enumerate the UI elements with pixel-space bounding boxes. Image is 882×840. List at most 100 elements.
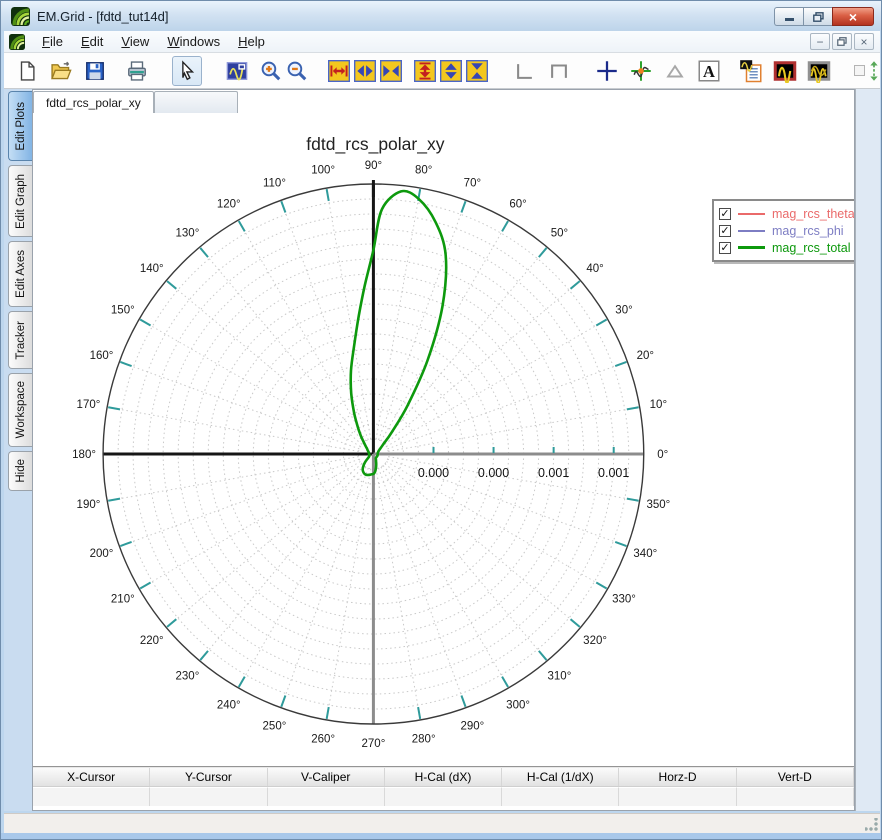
open-file-icon [50, 60, 72, 82]
angle-label: 180° [72, 449, 96, 461]
zoom-out-button[interactable] [284, 58, 310, 84]
angle-label: 50° [551, 228, 568, 240]
tab-fdtd-rcs-polar-xy[interactable]: fdtd_rcs_polar_xy [33, 91, 154, 113]
mdi-restore-button[interactable] [832, 33, 852, 50]
sidebar-tab-edit-plots[interactable]: Edit Plots [8, 91, 32, 161]
toolbar: A [4, 53, 880, 89]
menu-item-edit[interactable]: Edit [72, 32, 112, 51]
right-margin-strip [855, 89, 880, 811]
app-logo-icon [11, 7, 30, 26]
tracker-button[interactable] [628, 58, 654, 84]
readout-value [268, 787, 385, 806]
legend-row-mag_rcs_phi[interactable]: ✓mag_rcs_phi [719, 222, 854, 239]
angle-label: 280° [412, 734, 436, 746]
single-plot-button[interactable] [772, 58, 798, 84]
v-arrows-out-button[interactable] [438, 58, 464, 84]
readout-value [619, 787, 736, 806]
sidebar-tab-label: Edit Plots [15, 102, 27, 151]
report-button[interactable] [738, 58, 764, 84]
sidebar-tab-workspace[interactable]: Workspace [8, 373, 32, 447]
multi-plot-icon [807, 59, 831, 83]
save-button[interactable] [82, 58, 108, 84]
readout-col-y-cursor: Y-Cursor [150, 768, 267, 786]
window-bottom-border [1, 833, 882, 840]
save-icon [84, 60, 106, 82]
mdi-close-button[interactable]: × [854, 33, 874, 50]
readout-col-h-cal-1-dx-: H-Cal (1/dX) [502, 768, 619, 786]
menu-item-file[interactable]: File [33, 32, 72, 51]
zoom-in-button[interactable] [258, 58, 284, 84]
h-arrows-in-button[interactable] [378, 58, 404, 84]
menu-item-windows[interactable]: Windows [158, 32, 229, 51]
axes-box-button[interactable] [546, 58, 572, 84]
inactive-tab[interactable] [154, 91, 238, 113]
sidebar-tab-label: Workspace [15, 381, 27, 438]
restore-icon [813, 12, 824, 22]
zoom-window-button[interactable] [224, 58, 250, 84]
title-bar: EM.Grid - [fdtd_tut14d] × [1, 1, 882, 31]
close-button[interactable]: × [832, 7, 874, 26]
polar-plot-panel[interactable]: 0°10°20°30°40°50°60°70°80°90°100°110°120… [33, 113, 854, 766]
h-expand-icon [328, 60, 350, 82]
readout-value [33, 787, 150, 806]
radial-tick-label: 0.000 [418, 466, 449, 480]
text-annotation-button[interactable]: A [696, 58, 722, 84]
crosshair-button[interactable] [594, 58, 620, 84]
v-expand-button[interactable] [412, 58, 438, 84]
legend-box[interactable]: ✓mag_rcs_theta✓mag_rcs_phi✓mag_rcs_total [712, 199, 854, 262]
angle-label: 110° [263, 177, 286, 189]
angle-label: 150° [111, 305, 135, 317]
legend-row-mag_rcs_theta[interactable]: ✓mag_rcs_theta [719, 205, 854, 222]
radial-tick-label: 0.001 [598, 466, 629, 480]
angle-label: 130° [176, 228, 200, 240]
sidebar-tab-edit-axes[interactable]: Edit Axes [8, 241, 32, 307]
multi-plot-button[interactable] [806, 58, 832, 84]
angle-label: 310° [548, 670, 572, 682]
h-expand-button[interactable] [326, 58, 352, 84]
legend-line-sample [738, 230, 765, 232]
print-button[interactable] [124, 58, 150, 84]
mdi-minimize-icon: − [816, 35, 823, 49]
angle-label: 30° [615, 305, 632, 317]
plot-box-icon [854, 65, 865, 76]
sidebar-tab-tracker[interactable]: Tracker [8, 311, 32, 369]
pointer-tool-button[interactable] [172, 56, 202, 86]
angle-label: 290° [460, 721, 484, 733]
sidebar-tab-edit-graph[interactable]: Edit Graph [8, 165, 32, 237]
sidebar-tab-label: Edit Axes [15, 250, 27, 298]
angle-label: 100° [311, 164, 335, 176]
legend-checkbox[interactable]: ✓ [719, 242, 731, 254]
sidebar-tab-hide[interactable]: Hide [8, 451, 32, 491]
v-sync-arrow-icon [866, 60, 880, 82]
open-file-button[interactable] [48, 58, 74, 84]
minimize-button[interactable] [774, 7, 803, 26]
pointer-icon [176, 60, 198, 82]
menu-item-help[interactable]: Help [229, 32, 274, 51]
v-arrows-in-icon [466, 60, 488, 82]
restore-button[interactable] [803, 7, 832, 26]
h-arrows-out-button[interactable] [352, 58, 378, 84]
mdi-minimize-button[interactable]: − [810, 33, 830, 50]
menu-item-view[interactable]: View [112, 32, 158, 51]
readout-value [502, 787, 619, 806]
doc-tab-label: fdtd_rcs_polar_xy [46, 96, 141, 110]
angle-label: 80° [415, 164, 432, 176]
legend-checkbox[interactable]: ✓ [719, 225, 731, 237]
v-sync-button [854, 60, 880, 82]
angle-label: 140° [140, 263, 164, 275]
legend-label: mag_rcs_total [772, 241, 851, 255]
h-arrows-out-icon [354, 60, 376, 82]
angle-label: 300° [506, 699, 530, 711]
angle-label: 0° [657, 449, 668, 461]
window-title: EM.Grid - [fdtd_tut14d] [37, 9, 169, 24]
angle-label: 10° [650, 399, 667, 411]
new-file-button[interactable] [14, 58, 40, 84]
angle-label: 230° [176, 670, 200, 682]
axes-corner-button[interactable] [512, 58, 538, 84]
legend-checkbox[interactable]: ✓ [719, 208, 731, 220]
resize-grip-icon[interactable] [865, 818, 878, 831]
angle-label: 90° [365, 160, 382, 172]
content-area: Edit Plots Edit Graph Edit Axes Tracker Work… [4, 89, 880, 811]
legend-row-mag_rcs_total[interactable]: ✓ mag_rcs_total [719, 239, 854, 256]
v-arrows-in-button[interactable] [464, 58, 490, 84]
